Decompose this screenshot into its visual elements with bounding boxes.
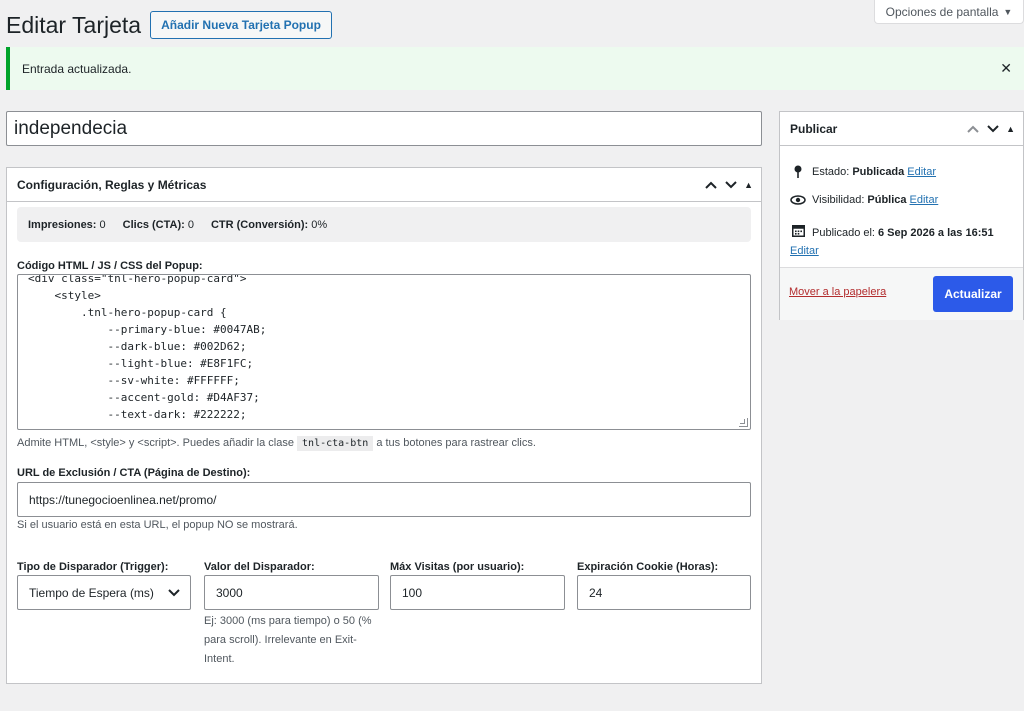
edit-status-link[interactable]: Editar bbox=[907, 166, 936, 178]
trigger-value-label: Valor del Disparador: bbox=[204, 561, 315, 573]
code-help: Admite HTML, <style> y <script>. Puedes … bbox=[17, 436, 536, 451]
page-header: Editar Tarjeta Añadir Nueva Tarjeta Popu… bbox=[6, 11, 332, 39]
ctr-metric: CTR (Conversión): 0% bbox=[210, 218, 328, 231]
chevron-up-icon[interactable] bbox=[704, 180, 718, 190]
exclusion-url-input[interactable]: https://tunegocioenlinea.net/promo/ bbox=[17, 482, 751, 517]
calendar-icon bbox=[790, 224, 806, 237]
cta-class-code: tnl-cta-btn bbox=[297, 436, 374, 451]
impressions-metric: Impresiones: 0 bbox=[28, 218, 106, 231]
resize-handle-icon[interactable] bbox=[739, 418, 748, 427]
max-visits-label: Máx Visitas (por usuario): bbox=[390, 561, 525, 573]
max-visits-input[interactable]: 100 bbox=[390, 575, 565, 610]
published-row: Publicado el: 6 Sep 2026 a las 16:51 Edita… bbox=[790, 224, 1022, 260]
publish-handle-actions: ▲ bbox=[966, 124, 1023, 134]
publish-footer: Mover a la papelera Actualizar bbox=[780, 267, 1023, 320]
publish-box-header: Publicar ▲ bbox=[780, 112, 1023, 146]
screen-options-button[interactable]: Opciones de pantalla ▼ bbox=[874, 0, 1024, 24]
edit-date-link[interactable]: Editar bbox=[790, 245, 819, 257]
publish-box-title: Publicar bbox=[790, 121, 838, 136]
publish-box: Publicar ▲ Estado: Publicada Editar Visib… bbox=[779, 111, 1024, 320]
trigger-type-label: Tipo de Disparador (Trigger): bbox=[17, 561, 169, 573]
code-textarea[interactable]: <div class="tnl-hero-popup-card"> <style… bbox=[17, 274, 751, 430]
update-notice: Entrada actualizada. ✕ bbox=[6, 47, 1024, 90]
notice-message: Entrada actualizada. bbox=[22, 61, 132, 76]
trigger-value-input[interactable]: 3000 bbox=[204, 575, 379, 610]
page-title: Editar Tarjeta bbox=[6, 11, 142, 38]
screen-options-label: Opciones de pantalla bbox=[885, 4, 999, 19]
chevron-up-icon[interactable] bbox=[966, 124, 980, 134]
trigger-type-select[interactable]: Tiempo de Espera (ms) bbox=[17, 575, 191, 610]
chevron-down-icon[interactable] bbox=[724, 180, 738, 190]
clicks-metric: Clics (CTA): 0 bbox=[122, 218, 194, 231]
move-to-trash-link[interactable]: Mover a la papelera bbox=[789, 286, 886, 298]
url-help: Si el usuario está en esta URL, el popup… bbox=[17, 519, 298, 531]
caret-down-icon: ▼ bbox=[1003, 6, 1013, 17]
cookie-expiration-input[interactable]: 24 bbox=[577, 575, 751, 610]
toggle-panel-icon[interactable]: ▲ bbox=[1006, 124, 1015, 134]
url-label: URL de Exclusión / CTA (Página de Destin… bbox=[17, 467, 251, 479]
pin-icon bbox=[790, 165, 806, 179]
eye-icon bbox=[790, 195, 806, 205]
update-button[interactable]: Actualizar bbox=[933, 276, 1013, 312]
code-content: <div class="tnl-hero-popup-card"> <style… bbox=[28, 274, 267, 421]
config-metabox: Configuración, Reglas y Métricas ▲ Impre… bbox=[6, 167, 762, 684]
trigger-help: Ej: 3000 (ms para tiempo) o 50 (% para s… bbox=[204, 615, 372, 665]
post-title-input[interactable]: independecia bbox=[6, 111, 762, 146]
toggle-panel-icon[interactable]: ▲ bbox=[744, 180, 753, 190]
close-icon[interactable]: ✕ bbox=[1000, 60, 1012, 77]
trigger-type-value: Tiempo de Espera (ms) bbox=[29, 585, 154, 600]
code-label: Código HTML / JS / CSS del Popup: bbox=[17, 260, 203, 272]
chevron-down-icon[interactable] bbox=[986, 124, 1000, 134]
add-new-card-button[interactable]: Añadir Nueva Tarjeta Popup bbox=[150, 11, 332, 39]
status-row: Estado: Publicada Editar bbox=[790, 165, 936, 179]
chevron-down-icon bbox=[168, 586, 180, 600]
config-metabox-title: Configuración, Reglas y Métricas bbox=[17, 177, 207, 192]
cookie-label: Expiración Cookie (Horas): bbox=[577, 561, 719, 573]
metrics-bar: Impresiones: 0 Clics (CTA): 0 CTR (Conve… bbox=[17, 207, 751, 242]
edit-visibility-link[interactable]: Editar bbox=[910, 194, 939, 206]
visibility-row: Visibilidad: Pública Editar bbox=[790, 194, 938, 206]
config-metabox-header: Configuración, Reglas y Métricas ▲ bbox=[7, 168, 761, 202]
metabox-handle-actions: ▲ bbox=[704, 180, 761, 190]
